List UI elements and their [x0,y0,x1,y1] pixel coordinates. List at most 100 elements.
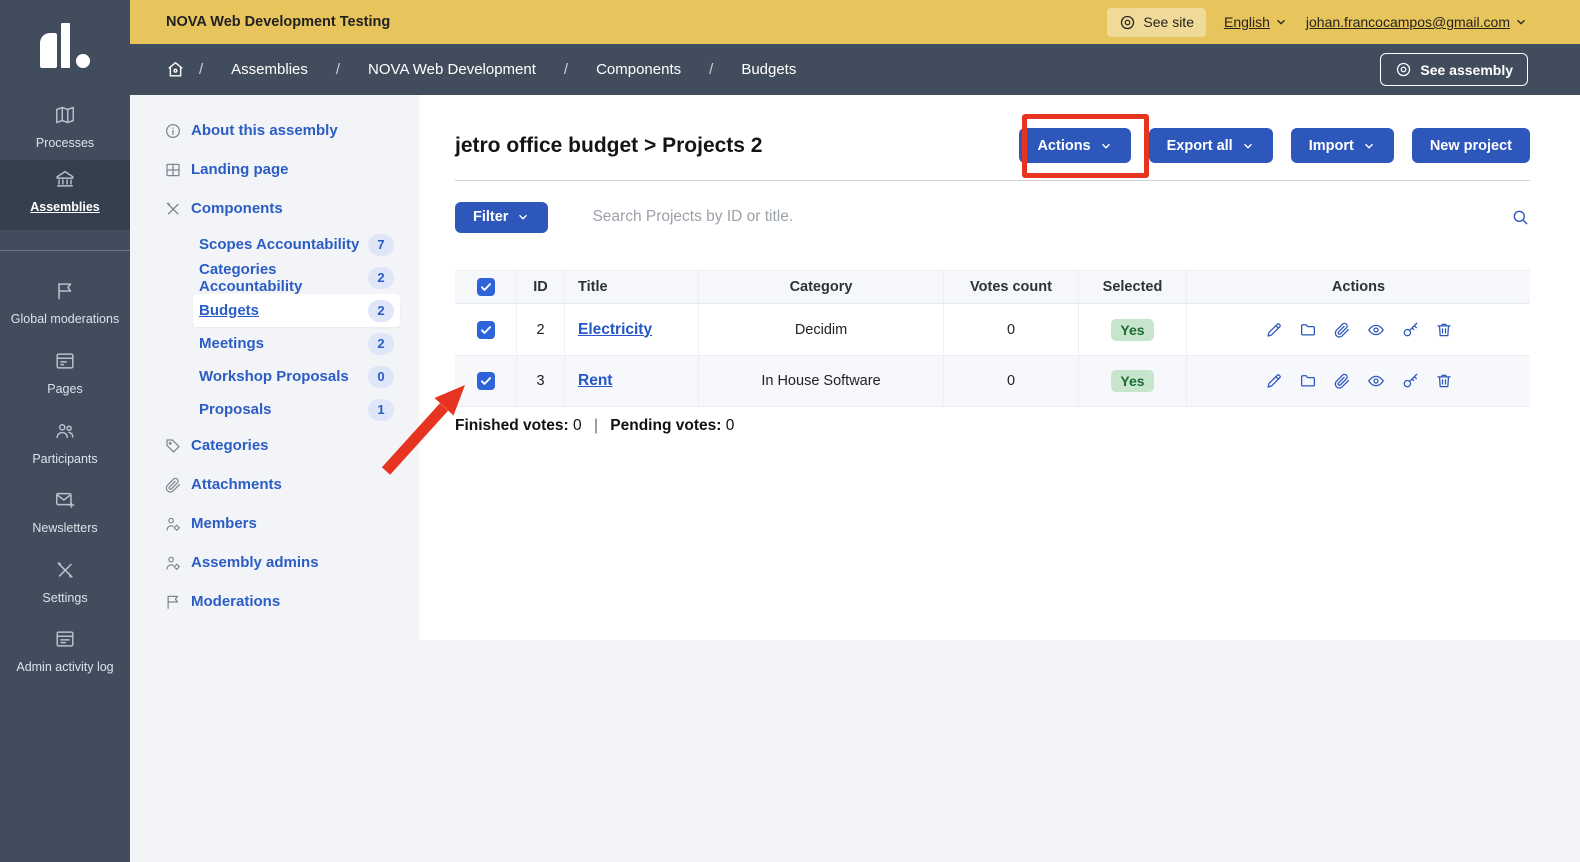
sidebar-item-participants[interactable]: Participants [0,412,130,466]
breadcrumb-separator: / [564,61,568,78]
breadcrumb-item-budgets[interactable]: Budgets [741,61,796,78]
sidebar-item-assemblies[interactable]: Assemblies [0,160,130,230]
assembly-subnav: About this assembly Landing page Compone… [130,95,419,640]
paperclip-icon [164,476,182,494]
delete-trash-icon[interactable] [1435,321,1453,339]
permissions-key-icon[interactable] [1401,321,1419,339]
table-header-row: ID Title Category Votes count Selected A… [455,270,1530,304]
subnav-item-categories[interactable]: Categories [130,426,419,465]
tag-icon [164,437,182,455]
search-input[interactable] [592,208,1511,226]
subnav-item-assembly-admins[interactable]: Assembly admins [130,543,419,582]
search-icon[interactable] [1511,208,1530,227]
logo-shape [76,54,90,68]
project-title-link[interactable]: Rent [578,372,612,390]
user-email: johan.francocampos@gmail.com [1306,14,1510,30]
see-assembly-button[interactable]: See assembly [1380,53,1528,86]
people-icon [54,420,76,442]
flag-icon [54,280,76,302]
count-badge: 7 [368,234,394,256]
subnav-item-landing-page[interactable]: Landing page [130,150,419,189]
export-all-button[interactable]: Export all [1149,128,1273,163]
stats-separator: | [594,417,598,434]
select-all-checkbox[interactable] [477,278,495,296]
user-menu-dropdown[interactable]: johan.francocampos@gmail.com [1306,14,1528,30]
sidebar-item-label: Assemblies [0,200,130,214]
subnav-item-label: Meetings [199,335,264,352]
main-content: jetro office budget > Projects 2 Actions… [419,95,1580,640]
divider [455,180,1530,181]
project-votes-count: 0 [944,304,1079,355]
sidebar-divider [0,250,130,251]
count-badge: 1 [368,399,394,421]
bank-icon [54,168,76,190]
project-title-link[interactable]: Electricity [578,321,652,339]
import-button[interactable]: Import [1291,128,1394,163]
edit-pencil-icon[interactable] [1265,372,1283,390]
folder-icon[interactable] [1299,321,1317,339]
permissions-key-icon[interactable] [1401,372,1419,390]
sidebar-item-label: Admin activity log [0,660,130,674]
see-site-button[interactable]: See site [1107,8,1206,37]
row-checkbox[interactable] [477,372,495,390]
tools-icon [54,559,76,581]
project-votes-count: 0 [944,356,1079,406]
new-project-button-label: New project [1430,138,1512,154]
subnav-item-budgets[interactable]: Budgets 2 [193,294,400,327]
person-gear-icon [164,515,182,533]
paperclip-icon[interactable] [1333,321,1351,339]
delete-trash-icon[interactable] [1435,372,1453,390]
subnav-item-workshop-proposals[interactable]: Workshop Proposals 0 [193,360,400,393]
subnav-item-components[interactable]: Components [130,189,419,228]
subnav-item-categories-accountability[interactable]: Categories Accountability 2 [193,261,400,294]
breadcrumb-bar: / Assemblies / NOVA Web Development / Co… [130,44,1580,95]
subnav-item-proposals[interactable]: Proposals 1 [193,393,400,426]
decidim-logo[interactable] [40,22,96,70]
column-header-actions: Actions [1187,271,1530,303]
preview-eye-icon[interactable] [1367,372,1385,390]
home-icon[interactable] [166,60,185,79]
folder-icon[interactable] [1299,372,1317,390]
actions-button[interactable]: Actions [1019,128,1130,163]
sidebar-item-label: Settings [0,591,130,605]
project-category: In House Software [699,356,944,406]
edit-pencil-icon[interactable] [1265,321,1283,339]
subnav-item-label: Attachments [191,476,282,493]
filter-button[interactable]: Filter [455,202,548,233]
breadcrumb-item-assembly[interactable]: NOVA Web Development [368,61,536,78]
grid-icon [164,161,182,179]
subnav-item-label: Categories Accountability [199,261,368,295]
subnav-item-moderations[interactable]: Moderations [130,582,419,621]
new-project-button[interactable]: New project [1412,128,1530,163]
eye-circle-icon [1119,14,1136,31]
preview-eye-icon[interactable] [1367,321,1385,339]
organization-name: NOVA Web Development Testing [166,14,390,30]
actions-button-label: Actions [1037,138,1090,154]
logo-shape [40,33,57,68]
sidebar-item-admin-activity-log[interactable]: Admin activity log [0,620,130,674]
column-header-title: Title [565,271,699,303]
subnav-item-meetings[interactable]: Meetings 2 [193,327,400,360]
sidebar-item-label: Participants [0,452,130,466]
column-header-selected: Selected [1079,271,1187,303]
column-header-votes-count: Votes count [944,271,1079,303]
subnav-item-label: Landing page [191,161,289,178]
subnav-item-scopes-accountability[interactable]: Scopes Accountability 7 [193,228,400,261]
subnav-item-attachments[interactable]: Attachments [130,465,419,504]
subnav-item-about[interactable]: About this assembly [130,111,419,150]
breadcrumb-item-assemblies[interactable]: Assemblies [231,61,308,78]
sidebar-item-pages[interactable]: Pages [0,342,130,396]
chevron-down-icon [516,210,530,224]
subnav-item-members[interactable]: Members [130,504,419,543]
language-dropdown[interactable]: English [1224,14,1288,30]
breadcrumb-item-components[interactable]: Components [596,61,681,78]
log-icon [54,628,76,650]
sidebar-item-global-moderations[interactable]: Global moderations [0,272,130,326]
paperclip-icon[interactable] [1333,372,1351,390]
language-label: English [1224,14,1270,30]
sidebar-item-settings[interactable]: Settings [0,551,130,605]
sidebar-item-processes[interactable]: Processes [0,96,130,150]
projects-table: ID Title Category Votes count Selected A… [455,270,1530,407]
sidebar-item-newsletters[interactable]: Newsletters [0,481,130,535]
row-checkbox[interactable] [477,321,495,339]
